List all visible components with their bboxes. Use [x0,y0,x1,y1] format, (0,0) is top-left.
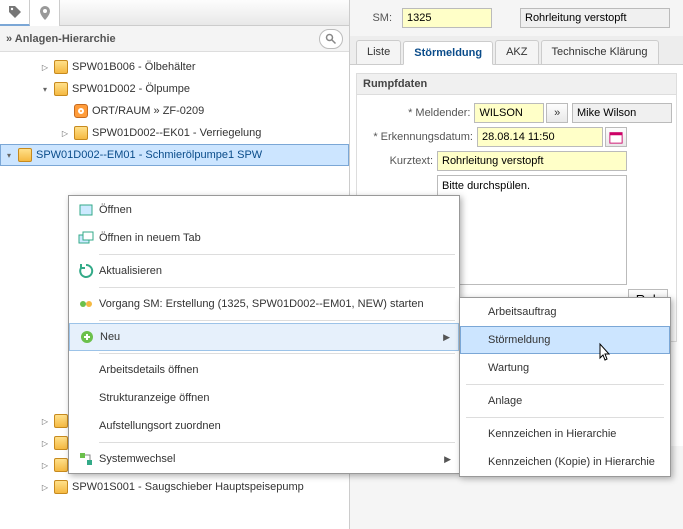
tree-item-selected[interactable]: ▾ SPW01D002--EM01 - Schmierölpumpe1 SPW [0,144,349,166]
ctx-label: Systemwechsel [99,453,175,465]
sub-label: Wartung [488,362,529,374]
cube-icon [74,126,88,140]
submenu-arrow-icon: ▶ [443,332,450,343]
left-tabs [0,0,349,26]
sub-label: Störmeldung [488,334,550,346]
tag-tab[interactable] [0,0,30,26]
expander-icon[interactable]: ▷ [60,128,70,138]
sm-label: SM: [354,12,394,24]
header-form: SM: [350,0,683,36]
expander-icon[interactable]: ▾ [40,84,50,94]
calendar-button[interactable] [605,127,627,147]
section-title: Rumpfdaten [356,73,677,94]
search-input[interactable] [319,29,343,49]
cube-icon [54,82,68,96]
sub-stoermeldung[interactable]: Störmeldung [460,326,670,354]
tab-akz[interactable]: AKZ [495,40,538,64]
context-menu: Öffnen Öffnen in neuem Tab Aktualisieren… [68,195,460,474]
ctx-label: Aufstellungsort zuordnen [99,420,221,432]
tree-label: SPW01D002--EM01 - Schmierölpumpe1 SPW [36,149,262,161]
expander-icon[interactable]: ▷ [40,482,50,492]
goto-button[interactable]: » [546,103,568,123]
ctx-label: Vorgang SM: Erstellung (1325, SPW01D002-… [99,298,424,310]
tree-label: SPW01S001 - Saugschieber Hauptspeisepump [72,481,304,493]
cube-icon [54,436,68,450]
location-tab[interactable] [30,0,60,26]
ctx-label: Arbeitsdetails öffnen [99,364,198,376]
tree-item[interactable]: ▷ SPW01B006 - Ölbehälter [0,56,349,78]
date-input[interactable] [477,127,603,147]
cube-icon [54,60,68,74]
kurztext-label: Kurztext: [361,155,437,167]
tab-liste[interactable]: Liste [356,40,401,64]
sub-label: Kennzeichen (Kopie) in Hierarchie [488,456,655,468]
expander-icon[interactable]: ▷ [40,62,50,72]
kurztext-input[interactable] [437,151,627,171]
ctx-label: Aktualisieren [99,265,162,277]
ctx-label: Öffnen [99,204,132,216]
ctx-assign[interactable]: Aufstellungsort zuordnen [69,412,459,440]
meldender-label: Meldender: [361,107,474,119]
cube-icon [54,414,68,428]
sub-arbeitsauftrag[interactable]: Arbeitsauftrag [460,298,670,326]
ctx-label: Strukturanzeige öffnen [99,392,209,404]
sub-anlage[interactable]: Anlage [460,387,670,415]
ctx-open[interactable]: Öffnen [69,196,459,224]
submenu-arrow-icon: ▶ [444,454,451,465]
ctx-systemwechsel[interactable]: Systemwechsel ▶ [69,445,459,473]
cube-icon [54,480,68,494]
cube-icon [18,148,32,162]
tree-label: SPW01D002 - Ölpumpe [72,83,190,95]
tab-stoermeldung[interactable]: Störmeldung [403,41,493,65]
sub-label: Anlage [488,395,522,407]
ctx-process[interactable]: Vorgang SM: Erstellung (1325, SPW01D002-… [69,290,459,318]
expander-icon[interactable]: ▷ [40,416,50,426]
panel-header: » Anlagen-Hierarchie [0,26,349,52]
tree-item[interactable]: ▷ SPW01D002--EK01 - Verriegelung [0,122,349,144]
form-tabs: Liste Störmeldung AKZ Technische Klärung [350,36,683,65]
meldender-name [572,103,672,123]
expander-icon[interactable]: ▾ [4,150,14,160]
neu-submenu: Arbeitsauftrag Störmeldung Wartung Anlag… [459,297,671,477]
sub-label: Kennzeichen in Hierarchie [488,428,616,440]
description-textarea[interactable] [437,175,627,285]
tree-item[interactable]: ORT/RAUM » ZF-0209 [0,100,349,122]
ctx-details[interactable]: Arbeitsdetails öffnen [69,356,459,384]
ctx-open-tab[interactable]: Öffnen in neuem Tab [69,224,459,252]
sm-title-input[interactable] [520,8,670,28]
location-icon [74,104,88,118]
meldender-input[interactable] [474,103,544,123]
ctx-label: Öffnen in neuem Tab [99,232,201,244]
tree-item[interactable]: ▾ SPW01D002 - Ölpumpe [0,78,349,100]
cube-icon [54,458,68,472]
tree-label: SPW01D002--EK01 - Verriegelung [92,127,261,139]
ctx-struct[interactable]: Strukturanzeige öffnen [69,384,459,412]
tree-label: ORT/RAUM » ZF-0209 [92,105,204,117]
ctx-refresh[interactable]: Aktualisieren [69,257,459,285]
sub-kennzeichen-copy[interactable]: Kennzeichen (Kopie) in Hierarchie [460,448,670,476]
ctx-neu[interactable]: Neu ▶ [69,323,459,351]
expander-icon[interactable]: ▷ [40,460,50,470]
tree-item[interactable]: ▷ SPW01S001 - Saugschieber Hauptspeisepu… [0,476,349,498]
sub-label: Arbeitsauftrag [488,306,556,318]
tree-label: SPW01B006 - Ölbehälter [72,61,196,73]
expander-icon[interactable]: ▷ [40,438,50,448]
sub-wartung[interactable]: Wartung [460,354,670,382]
panel-title: » Anlagen-Hierarchie [6,33,319,45]
expander-spacer [60,106,70,116]
ctx-label: Neu [100,331,120,343]
sub-kennzeichen[interactable]: Kennzeichen in Hierarchie [460,420,670,448]
date-label: Erkennungsdatum: [361,131,477,143]
tab-tech-klaerung[interactable]: Technische Klärung [541,40,659,64]
sm-number-input[interactable] [402,8,492,28]
